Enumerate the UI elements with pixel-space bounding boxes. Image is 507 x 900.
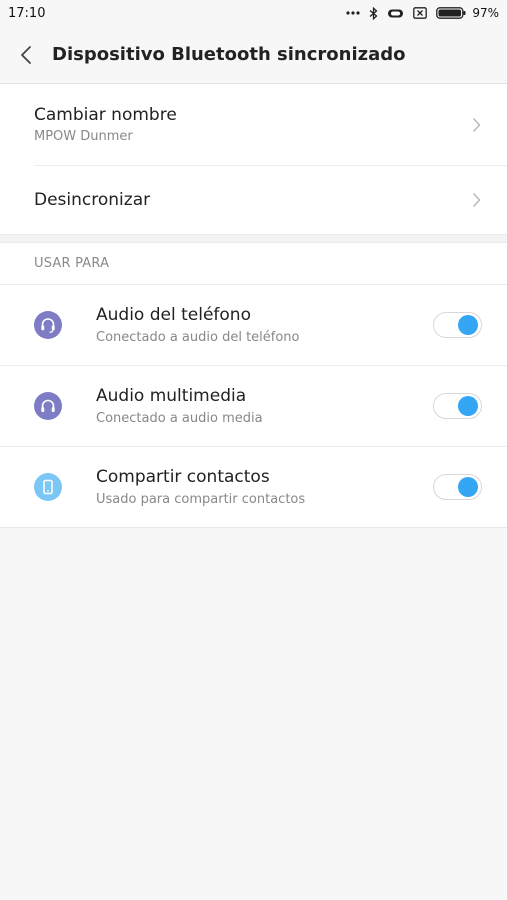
use-title: Audio del teléfono (96, 305, 251, 325)
battery-icon (436, 7, 466, 19)
toggle-phone-audio[interactable] (433, 312, 482, 338)
use-row-phone-audio[interactable]: Audio del teléfono Conectado a audio del… (0, 285, 507, 366)
use-text-contacts: Compartir contactos Usado para compartir… (96, 467, 305, 507)
use-subtitle: Usado para compartir contactos (96, 492, 306, 507)
toggle-knob (458, 315, 478, 335)
use-text-phone-audio: Audio del teléfono Conectado a audio del… (96, 305, 300, 345)
use-row-contacts[interactable]: Compartir contactos Usado para compartir… (0, 447, 507, 528)
status-icons: 97% (346, 6, 499, 20)
phone-icon-bg (34, 473, 62, 501)
use-text-media-audio: Audio multimedia Conectado a audio media (96, 386, 263, 426)
use-row-media-audio[interactable]: Audio multimedia Conectado a audio media (0, 366, 507, 447)
page-title: Dispositivo Bluetooth sincronizado (52, 44, 406, 65)
battery-percent: 97% (472, 6, 499, 20)
device-name: MPOW Dunmer (34, 129, 133, 144)
use-title: Audio multimedia (96, 386, 247, 406)
phone-icon (34, 473, 62, 501)
status-bar: 17:10 97% (0, 0, 507, 26)
no-sim-icon (413, 7, 428, 19)
headphones-icon-bg (34, 392, 62, 420)
app-header: Dispositivo Bluetooth sincronizado (0, 26, 507, 84)
headset-icon (34, 311, 62, 339)
back-button[interactable] (0, 26, 52, 84)
toggle-contacts[interactable] (433, 474, 482, 500)
use-subtitle: Conectado a audio del teléfono (96, 330, 300, 345)
toggle-knob (458, 477, 478, 497)
unpair-title: Desincronizar (34, 190, 151, 210)
unpair-text: Desincronizar (34, 190, 507, 210)
screen: 17:10 97% Dispositivo Bluetooth sincroni… (0, 0, 507, 900)
chevron-right-icon (472, 117, 481, 132)
section-divider (0, 234, 507, 243)
use-subtitle: Conectado a audio media (96, 411, 263, 426)
rename-title: Cambiar nombre (34, 105, 177, 125)
use-title: Compartir contactos (96, 467, 270, 487)
device-options-card: Cambiar nombre MPOW Dunmer Desincronizar (0, 84, 507, 234)
toggle-knob (458, 396, 478, 416)
headphones-icon (34, 392, 62, 420)
rename-row[interactable]: Cambiar nombre MPOW Dunmer (34, 84, 507, 166)
bluetooth-icon (369, 6, 378, 20)
more-dots-icon (346, 11, 360, 15)
section-header-use-for: USAR PARA (0, 243, 507, 285)
chevron-right-icon (472, 193, 481, 207)
back-arrow-icon (21, 45, 31, 64)
status-time: 17:10 (8, 5, 46, 21)
headset-icon-bg (34, 311, 62, 339)
rename-text: Cambiar nombre MPOW Dunmer (34, 105, 507, 144)
unpair-row[interactable]: Desincronizar (34, 166, 507, 234)
toggle-media-audio[interactable] (433, 393, 482, 419)
headset-status-icon (387, 8, 404, 19)
use-for-list: Audio del teléfono Conectado a audio del… (0, 285, 507, 528)
